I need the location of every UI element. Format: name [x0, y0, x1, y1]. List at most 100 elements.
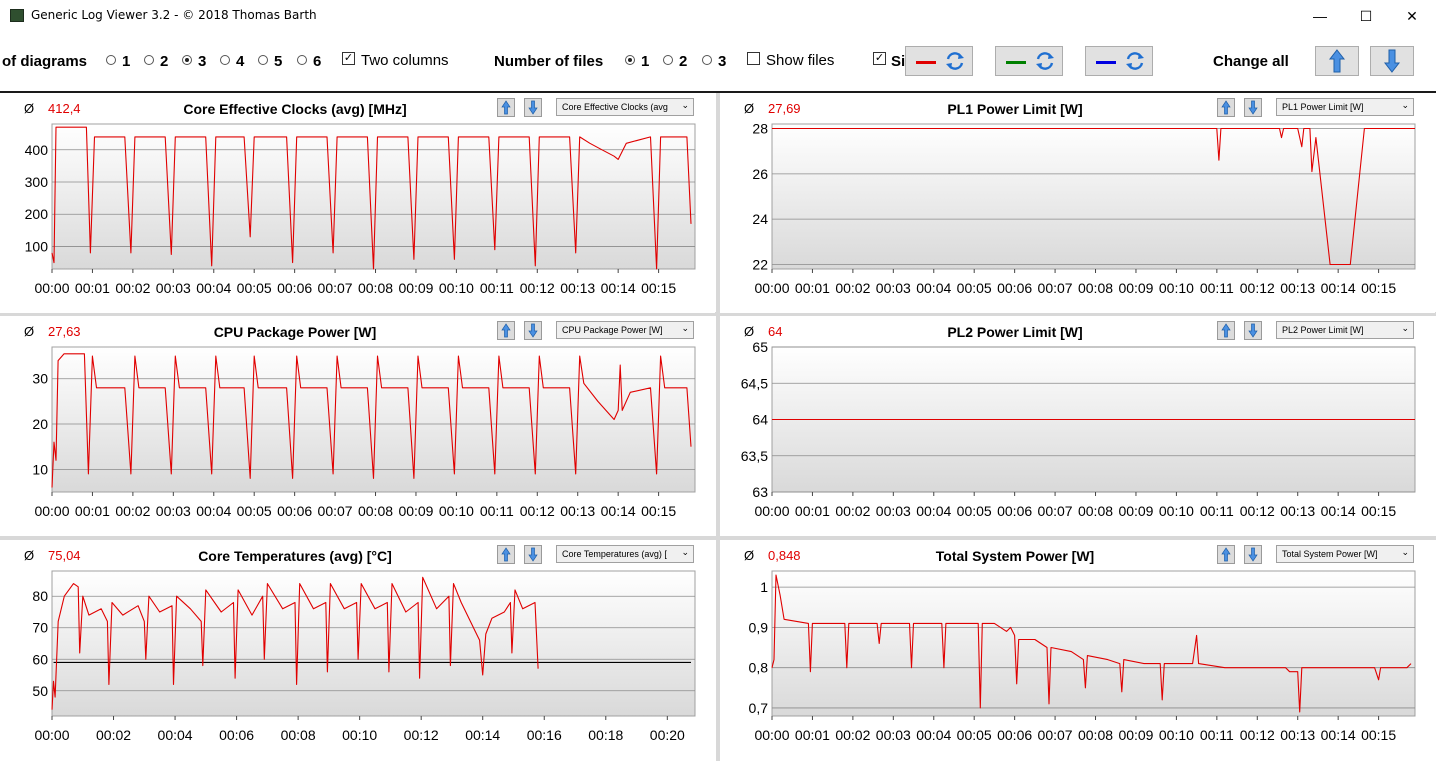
x-tick-label: 00:04: [196, 503, 231, 519]
chart-plot: 63 63,5 64 64,5 65 00:00 00:01 00:02 00:03 00:04 0…: [741, 339, 1416, 519]
x-tick-label: 00:16: [527, 727, 562, 743]
title-bar: Generic Log Viewer 3.2 - © 2018 Thomas B…: [0, 0, 1436, 32]
x-tick-label: 00:00: [754, 280, 789, 296]
files-radio-3[interactable]: [702, 55, 712, 65]
minimize-button[interactable]: —: [1297, 0, 1343, 32]
y-tick-label: 200: [25, 206, 49, 222]
si-checkbox[interactable]: ✓: [873, 52, 886, 65]
x-tick-label: 00:14: [601, 280, 636, 296]
color-swatch: [916, 61, 936, 64]
x-tick-label: 00:06: [997, 280, 1032, 296]
diagrams-radio-label: 3: [198, 53, 207, 70]
y-tick-label: 50: [32, 683, 48, 699]
refresh-icon: [946, 52, 964, 70]
si-label: Si: [891, 53, 906, 70]
y-tick-label: 24: [752, 211, 768, 227]
x-tick-label: 00:04: [196, 280, 231, 296]
x-tick-label: 00:15: [641, 503, 676, 519]
x-tick-label: 00:09: [398, 503, 433, 519]
x-tick-label: 00:00: [34, 503, 69, 519]
x-tick-label: 00:10: [342, 727, 377, 743]
x-tick-label: 00:15: [1361, 727, 1396, 743]
file-color-button-green[interactable]: [995, 46, 1063, 76]
y-tick-label: 80: [32, 588, 48, 604]
x-tick-label: 00:02: [115, 503, 150, 519]
show-files-label: Show files: [766, 52, 835, 69]
y-tick-label: 400: [25, 142, 49, 158]
x-tick-label: 00:07: [318, 280, 353, 296]
x-tick-label: 00:12: [520, 280, 555, 296]
diagrams-radio-3[interactable]: [182, 55, 192, 65]
x-tick-label: 00:07: [318, 503, 353, 519]
y-tick-label: 0,8: [749, 660, 769, 676]
diagrams-radio-1[interactable]: [106, 55, 116, 65]
files-radio-1[interactable]: [625, 55, 635, 65]
chart-plot: 22 24 26 28 00:00 00:01 00:02 00:03 00:04 00:05 00…: [752, 121, 1416, 296]
x-tick-label: 00:06: [277, 503, 312, 519]
diagrams-radio-label: 4: [236, 53, 245, 70]
x-tick-label: 00:01: [795, 727, 830, 743]
x-tick-label: 00:09: [1118, 280, 1153, 296]
diagrams-radio-label: 2: [160, 53, 169, 70]
x-tick-label: 00:03: [156, 503, 191, 519]
plot-area: [771, 570, 1416, 717]
diagrams-radio-5[interactable]: [258, 55, 268, 65]
chart-panel-pl2-power-limit: Ø 64 PL2 Power Limit [W] PL2 Power Limit…: [720, 316, 1435, 536]
x-tick-label: 00:01: [75, 280, 110, 296]
x-tick-label: 00:07: [1038, 727, 1073, 743]
files-radio-label: 2: [679, 53, 688, 70]
diagrams-radio-2[interactable]: [144, 55, 154, 65]
x-tick-label: 00:09: [398, 280, 433, 296]
y-tick-label: 22: [752, 256, 768, 272]
x-tick-label: 00:06: [997, 503, 1032, 519]
plot-area: [771, 123, 1416, 270]
diagrams-radio-4[interactable]: [220, 55, 230, 65]
x-tick-label: 00:06: [219, 727, 254, 743]
x-tick-label: 00:01: [795, 503, 830, 519]
x-tick-label: 00:11: [1200, 503, 1234, 519]
x-tick-label: 00:04: [916, 503, 951, 519]
file-color-button-red[interactable]: [905, 46, 973, 76]
y-tick-label: 28: [752, 121, 768, 137]
x-tick-label: 00:02: [96, 727, 131, 743]
diagrams-radio-6[interactable]: [297, 55, 307, 65]
x-tick-label: 00:01: [75, 503, 110, 519]
x-tick-label: 00:14: [1321, 503, 1356, 519]
x-tick-label: 00:14: [1321, 280, 1356, 296]
x-tick-label: 00:02: [835, 727, 870, 743]
show-files-checkbox[interactable]: [747, 52, 760, 65]
x-tick-label: 00:02: [835, 503, 870, 519]
two-columns-label: Two columns: [361, 52, 449, 69]
x-tick-label: 00:11: [480, 503, 514, 519]
file-color-button-blue[interactable]: [1085, 46, 1153, 76]
x-tick-label: 00:11: [480, 280, 514, 296]
y-tick-label: 64,5: [741, 375, 768, 391]
y-tick-label: 65: [752, 339, 768, 355]
x-tick-label: 00:03: [876, 280, 911, 296]
x-tick-label: 00:12: [404, 727, 439, 743]
y-tick-label: 26: [752, 166, 768, 182]
y-tick-label: 64: [752, 412, 768, 428]
x-tick-label: 00:02: [115, 280, 150, 296]
x-tick-label: 00:13: [560, 503, 595, 519]
files-radio-2[interactable]: [663, 55, 673, 65]
two-columns-checkbox[interactable]: ✓: [342, 52, 355, 65]
close-button[interactable]: ✕: [1389, 0, 1435, 32]
files-radio-label: 1: [641, 53, 650, 70]
x-tick-label: 00:07: [1038, 503, 1073, 519]
x-tick-label: 00:06: [277, 280, 312, 296]
x-tick-label: 00:12: [520, 503, 555, 519]
maximize-button[interactable]: ☐: [1343, 0, 1389, 32]
change-all-up-button[interactable]: [1315, 46, 1359, 76]
y-tick-label: 1: [760, 579, 768, 595]
x-tick-label: 00:13: [560, 280, 595, 296]
x-tick-label: 00:07: [1038, 280, 1073, 296]
x-tick-label: 00:08: [358, 280, 393, 296]
x-tick-label: 00:08: [1078, 503, 1113, 519]
x-tick-label: 00:08: [1078, 727, 1113, 743]
x-tick-label: 00:03: [876, 503, 911, 519]
x-tick-label: 00:10: [1159, 503, 1194, 519]
change-all-down-button[interactable]: [1370, 46, 1414, 76]
y-tick-label: 63,5: [741, 448, 768, 464]
x-tick-label: 00:00: [34, 727, 69, 743]
